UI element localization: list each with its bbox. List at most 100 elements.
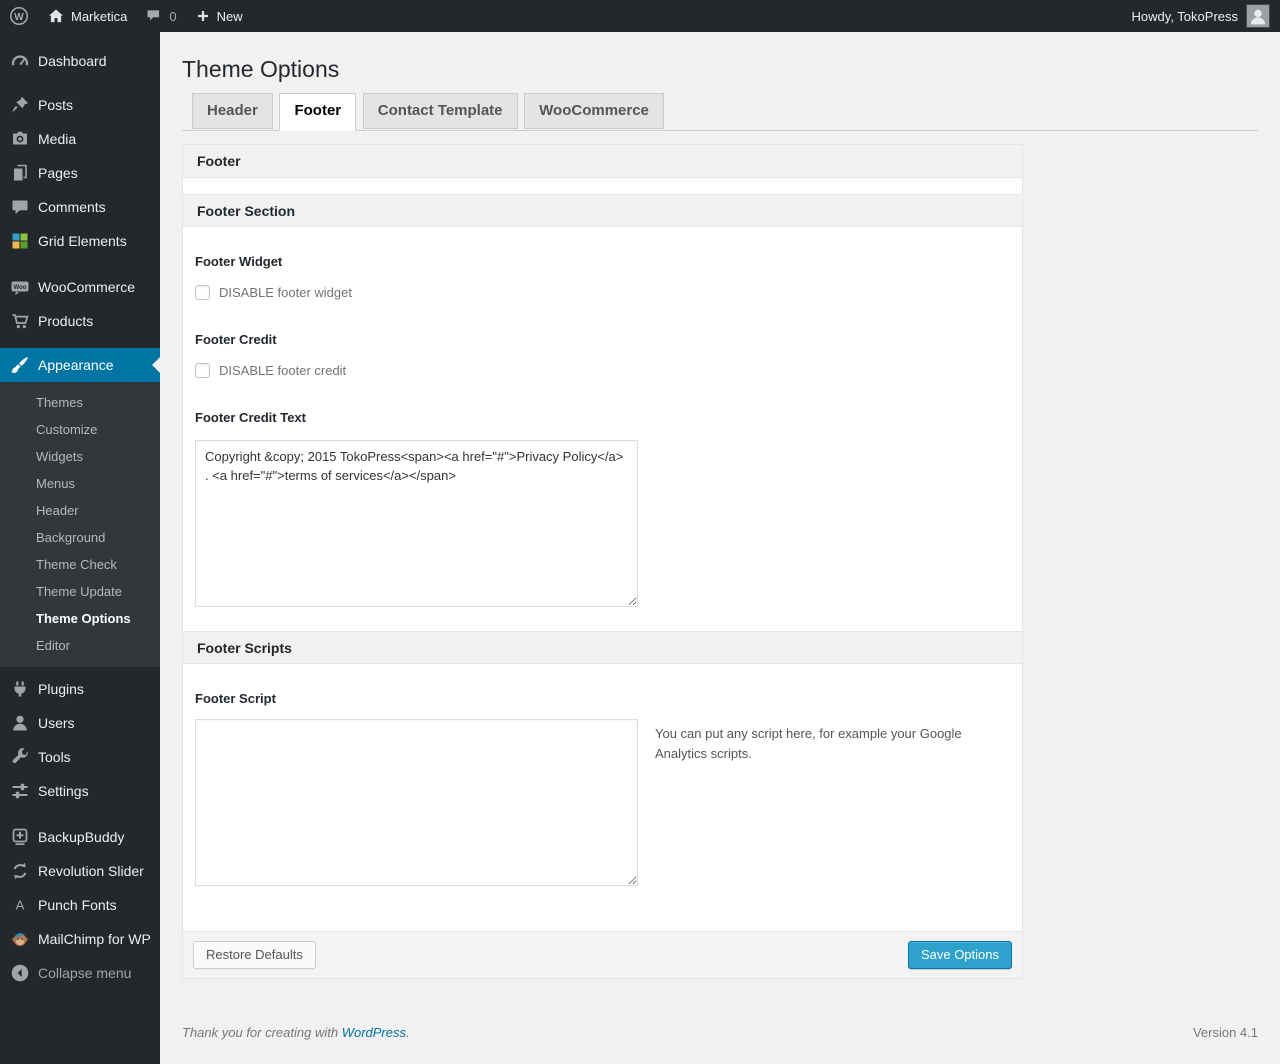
sidebar-item-label: WooCommerce [38, 279, 135, 295]
svg-text:A: A [16, 898, 25, 913]
monkey-icon [10, 929, 30, 949]
sidebar-item-label: MailChimp for WP [38, 931, 151, 947]
svg-text:W: W [14, 12, 24, 23]
wp-logo-menu[interactable]: W [0, 0, 38, 32]
panel-header-label: Footer [197, 153, 241, 169]
grid-elements-icon [10, 231, 30, 251]
sidebar-item-settings[interactable]: Settings [0, 774, 160, 808]
sidebar-item-mailchimp[interactable]: MailChimp for WP [0, 922, 160, 956]
footer-credit-text-label: Footer Credit Text [195, 410, 306, 425]
footer-thanks-text: Thank you for creating with [182, 1025, 342, 1040]
sidebar-item-appearance[interactable]: Appearance [0, 348, 160, 382]
sidebar-item-products[interactable]: Products [0, 304, 160, 338]
sidebar-item-revolution-slider[interactable]: Revolution Slider [0, 854, 160, 888]
main-content: Theme Options Header Footer Contact Temp… [160, 32, 1280, 1064]
panel-header-footer: Footer [183, 145, 1022, 178]
footer-script-label: Footer Script [195, 691, 276, 706]
new-content-menu[interactable]: New [186, 0, 252, 32]
cart-icon [10, 311, 30, 331]
sidebar-item-label: Plugins [38, 681, 84, 697]
tab-woocommerce[interactable]: WooCommerce [524, 93, 664, 129]
sidebar-item-label: Posts [38, 97, 74, 113]
footer-thanks-suffix: . [406, 1025, 410, 1040]
wrench-icon [10, 747, 30, 767]
submenu-item-themes[interactable]: Themes [0, 389, 160, 416]
sidebar-item-punch-fonts[interactable]: A Punch Fonts [0, 888, 160, 922]
sidebar-item-posts[interactable]: Posts [0, 88, 160, 122]
theme-options-panel: Footer Footer Section Footer Widget DISA… [182, 144, 1023, 979]
avatar [1246, 4, 1270, 28]
submenu-item-customize[interactable]: Customize [0, 416, 160, 443]
footer-section-body: Footer Widget DISABLE footer widget Foot… [183, 227, 1022, 631]
section-header-label: Footer Scripts [197, 639, 292, 656]
submenu-item-widgets[interactable]: Widgets [0, 443, 160, 470]
home-icon [47, 7, 65, 25]
letter-a-icon: A [10, 895, 30, 915]
footer-credit-checkbox-row[interactable]: DISABLE footer credit [195, 363, 1008, 378]
submenu-item-theme-check[interactable]: Theme Check [0, 551, 160, 578]
sidebar-item-label: Appearance [38, 357, 114, 373]
wordpress-link[interactable]: WordPress [342, 1025, 406, 1040]
menu-separator [0, 338, 160, 348]
comments-icon [10, 197, 30, 217]
sidebar-item-backupbuddy[interactable]: BackupBuddy [0, 820, 160, 854]
sidebar-item-label: BackupBuddy [38, 829, 125, 845]
submenu-item-background[interactable]: Background [0, 524, 160, 551]
footer-thanks: Thank you for creating with WordPress. [182, 1025, 410, 1040]
sidebar-item-media[interactable]: Media [0, 122, 160, 156]
admin-menu: Dashboard Posts Media Pages Comments Gri… [0, 32, 160, 1064]
submenu-item-theme-options[interactable]: Theme Options [0, 605, 160, 632]
footer-widget-checkbox-label[interactable]: DISABLE footer widget [219, 285, 352, 300]
admin-footer: Thank you for creating with WordPress. V… [182, 1025, 1258, 1060]
tab-bar: Header Footer Contact Template WooCommer… [182, 93, 1258, 131]
wordpress-logo-icon: W [9, 6, 29, 26]
sidebar-item-label: Users [38, 715, 75, 731]
footer-widget-checkbox[interactable] [195, 285, 210, 300]
footer-credit-checkbox[interactable] [195, 363, 210, 378]
tab-footer[interactable]: Footer [279, 93, 357, 131]
collapse-menu-button[interactable]: Collapse menu [0, 956, 160, 990]
panel-gap [183, 178, 1022, 194]
sidebar-item-pages[interactable]: Pages [0, 156, 160, 190]
collapse-arrow-icon [10, 963, 30, 983]
submenu-item-editor[interactable]: Editor [0, 632, 160, 659]
restore-defaults-button[interactable]: Restore Defaults [193, 941, 316, 969]
section-header-label: Footer Section [197, 202, 296, 219]
submenu-item-header[interactable]: Header [0, 497, 160, 524]
sidebar-item-woocommerce[interactable]: Woo WooCommerce [0, 270, 160, 304]
sidebar-item-label: Pages [38, 165, 78, 181]
footer-script-help-text: You can put any script here, for example… [655, 726, 962, 761]
submenu-item-menus[interactable]: Menus [0, 470, 160, 497]
menu-separator [0, 258, 160, 270]
pushpin-icon [10, 95, 30, 115]
sidebar-item-label: Tools [38, 749, 71, 765]
howdy-label: Howdy, TokoPress [1131, 8, 1238, 24]
footer-script-textarea[interactable] [195, 719, 638, 886]
paintbrush-icon [10, 355, 30, 375]
rotate-arrows-icon [10, 861, 30, 881]
sidebar-item-label: Comments [38, 199, 106, 215]
tab-header[interactable]: Header [192, 93, 273, 129]
svg-text:Woo: Woo [14, 285, 27, 291]
section-header-footer-scripts: Footer Scripts [183, 631, 1022, 664]
sidebar-item-plugins[interactable]: Plugins [0, 672, 160, 706]
comments-shortcut[interactable]: 0 [136, 0, 185, 32]
pages-icon [10, 163, 30, 183]
footer-credit-checkbox-label[interactable]: DISABLE footer credit [219, 363, 346, 378]
sidebar-item-dashboard[interactable]: Dashboard [0, 44, 160, 78]
save-options-button[interactable]: Save Options [907, 941, 1012, 969]
my-account-menu[interactable]: Howdy, TokoPress [1122, 0, 1280, 32]
panel-footer-bar: Restore Defaults Save Options [183, 931, 1022, 978]
page-title: Theme Options [182, 56, 340, 82]
sidebar-item-users[interactable]: Users [0, 706, 160, 740]
footer-widget-checkbox-row[interactable]: DISABLE footer widget [195, 285, 1008, 300]
version-label: Version 4.1 [1192, 1025, 1258, 1040]
tab-contact-template[interactable]: Contact Template [362, 93, 518, 129]
submenu-item-theme-update[interactable]: Theme Update [0, 578, 160, 605]
sidebar-item-label: Media [38, 131, 77, 147]
sidebar-item-grid-elements[interactable]: Grid Elements [0, 224, 160, 258]
footer-credit-text-textarea[interactable]: Copyright &copy; 2015 TokoPress<span><a … [195, 440, 638, 607]
site-name-link[interactable]: Marketica [38, 0, 136, 32]
sidebar-item-comments[interactable]: Comments [0, 190, 160, 224]
sidebar-item-tools[interactable]: Tools [0, 740, 160, 774]
